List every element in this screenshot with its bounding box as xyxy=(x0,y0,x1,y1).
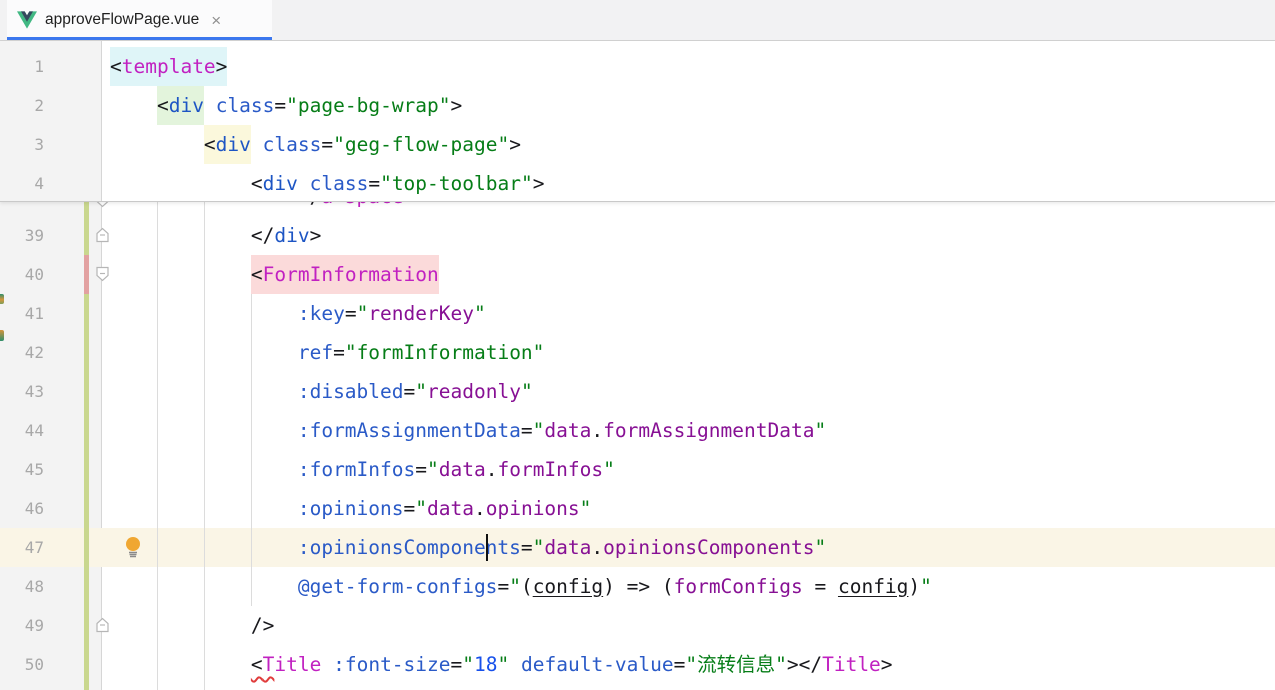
ide-window: approveFlowPage.vue × 38 </a-space>39 </… xyxy=(0,0,1275,690)
code-line[interactable]: :formInfos="data.formInfos" xyxy=(110,450,615,489)
tab-title: approveFlowPage.vue xyxy=(45,11,199,29)
code-line[interactable]: ref="formInformation" xyxy=(110,333,544,372)
sticky-line-number: 1 xyxy=(0,47,44,86)
code-line[interactable]: @get-form-configs="(config) => (formConf… xyxy=(110,567,932,606)
editor-tab-bar: approveFlowPage.vue × xyxy=(0,0,1275,41)
lightbulb-icon[interactable] xyxy=(124,536,142,564)
sticky-lines-header: 1 <template> 2 <div class="page-bg-wrap"> 3… xyxy=(0,41,1275,202)
line-number: 44 xyxy=(0,411,44,450)
line-number: 40 xyxy=(0,255,44,294)
line-number: 47 xyxy=(0,528,44,567)
code-line[interactable]: <div class="geg-flow-page"> xyxy=(110,125,521,164)
sticky-line-number: 3 xyxy=(0,125,44,164)
vcs-change-strip-modified xyxy=(84,255,89,294)
code-line[interactable]: <div class="top-toolbar"> xyxy=(110,164,544,203)
code-line[interactable]: <Title :font-size="18" default-value="流转… xyxy=(110,645,893,684)
code-line[interactable]: /> xyxy=(110,606,274,645)
close-icon[interactable]: × xyxy=(211,12,221,29)
gutter-artifact-icon xyxy=(0,330,4,341)
line-number: 39 xyxy=(0,216,44,255)
fold-end-marker-icon[interactable] xyxy=(95,227,110,248)
gutter-artifact-icon xyxy=(0,294,4,304)
sticky-line-number: 2 xyxy=(0,86,44,125)
line-number: 49 xyxy=(0,606,44,645)
line-number: 43 xyxy=(0,372,44,411)
code-line[interactable]: :key="renderKey" xyxy=(110,294,486,333)
vue-logo-icon xyxy=(17,11,37,29)
code-line[interactable]: :opinionsComponents="data.opinionsCompon… xyxy=(110,528,826,567)
code-line[interactable]: :disabled="readonly" xyxy=(110,372,533,411)
code-line[interactable]: <div class="page-bg-wrap"> xyxy=(110,86,462,125)
text-caret xyxy=(486,534,488,561)
fold-start-marker-icon[interactable] xyxy=(95,266,110,287)
line-number: 42 xyxy=(0,333,44,372)
line-number: 41 xyxy=(0,294,44,333)
code-line[interactable]: </div> xyxy=(110,216,321,255)
line-number: 50 xyxy=(0,645,44,684)
line-number: 48 xyxy=(0,567,44,606)
code-line[interactable]: :opinions="data.opinions" xyxy=(110,489,591,528)
tab-approveflowpage[interactable]: approveFlowPage.vue × xyxy=(7,0,272,40)
code-line[interactable]: :formAssignmentData="data.formAssignment… xyxy=(110,411,826,450)
line-number: 45 xyxy=(0,450,44,489)
code-editor[interactable]: 38 </a-space>39 </div>40 <FormInformatio… xyxy=(0,41,1275,690)
sticky-line-number: 4 xyxy=(0,164,44,203)
code-line[interactable]: <FormInformation xyxy=(110,255,439,294)
fold-end-marker-icon[interactable] xyxy=(95,617,110,638)
code-line[interactable]: <template> xyxy=(110,47,227,86)
active-tab-underline xyxy=(7,37,272,40)
line-number: 46 xyxy=(0,489,44,528)
